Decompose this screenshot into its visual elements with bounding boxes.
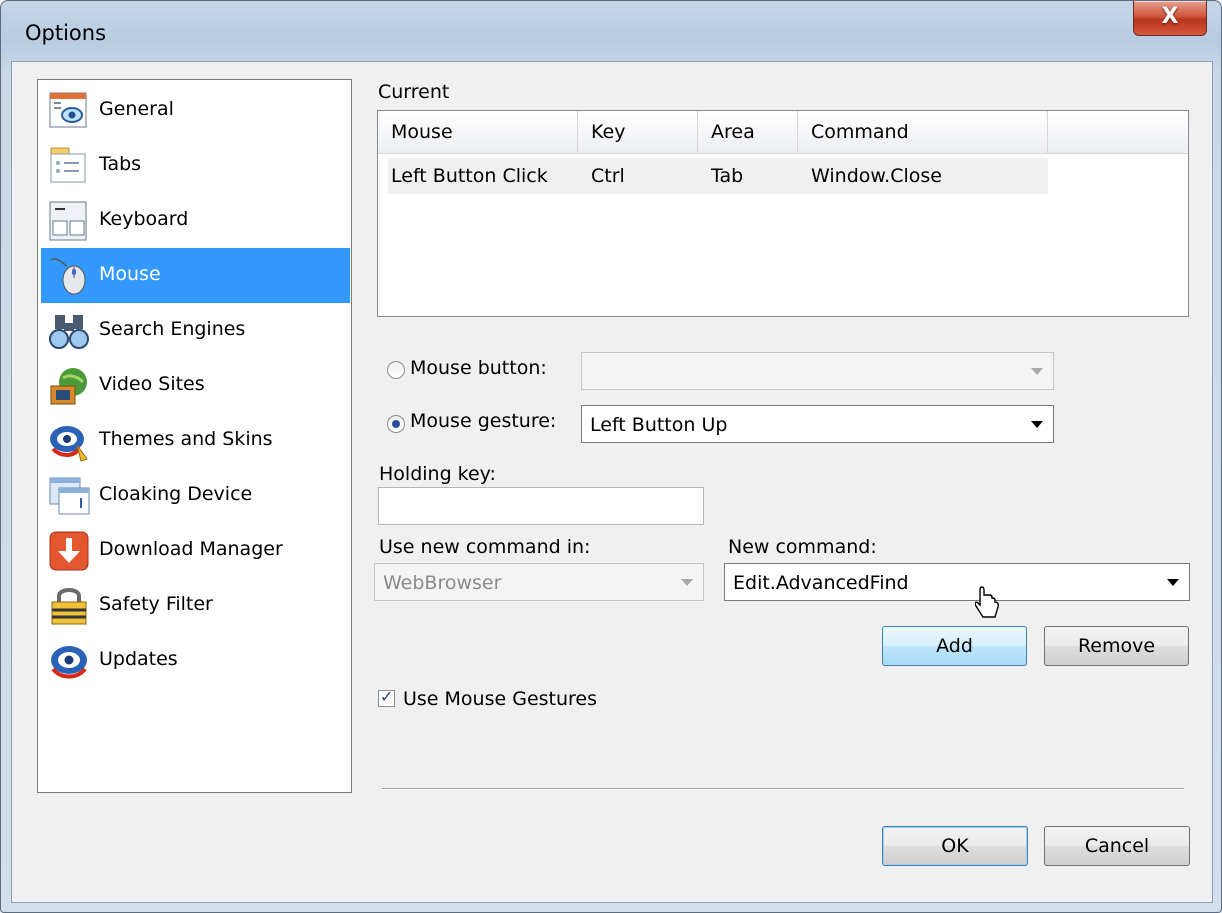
holding-key-input[interactable] <box>378 487 704 525</box>
sidebar-item-label: Download Manager <box>99 538 283 560</box>
chevron-down-icon <box>681 579 693 586</box>
mouse-button-select[interactable] <box>581 352 1054 390</box>
sidebar-item-themes-and-skins[interactable]: Themes and Skins <box>41 413 350 468</box>
sidebar-item-mouse[interactable]: Mouse <box>41 248 350 303</box>
table-header: Mouse Key Area Command <box>378 111 1188 154</box>
current-label: Current <box>378 81 450 103</box>
add-button[interactable]: Add <box>882 626 1027 666</box>
tabs-icon <box>50 147 86 183</box>
sidebar-item-tabs[interactable]: Tabs <box>41 138 350 193</box>
new-command-select[interactable]: Edit.AdvancedFind <box>724 563 1190 601</box>
table-row[interactable]: Left Button Click Ctrl Tab Window.Close <box>388 158 1048 194</box>
sidebar-item-label: Tabs <box>99 153 142 175</box>
window-title: Options <box>25 21 107 45</box>
sidebar-item-search-engines[interactable]: Search Engines <box>41 303 350 358</box>
binoculars-icon <box>49 315 89 349</box>
mouse-button-label: Mouse button: <box>410 357 547 379</box>
use-new-command-in-label: Use new command in: <box>379 536 591 558</box>
checkmark-icon: ✓ <box>380 687 394 706</box>
sidebar-item-label: Cloaking Device <box>99 483 253 505</box>
use-new-command-in-select[interactable]: WebBrowser <box>374 563 704 601</box>
column-header-mouse[interactable]: Mouse <box>378 111 578 153</box>
sidebar-item-general[interactable]: General <box>41 83 350 138</box>
cell-key: Ctrl <box>591 165 625 187</box>
mouse-button-radio[interactable] <box>387 361 405 379</box>
chevron-down-icon <box>1167 579 1179 586</box>
cloaking-icon <box>49 477 90 515</box>
sidebar-item-label: Keyboard <box>99 208 189 230</box>
sidebar-item-updates[interactable]: Updates <box>41 633 350 688</box>
current-bindings-table[interactable]: Mouse Key Area Command Left Button Click… <box>377 110 1189 317</box>
sidebar-item-label: General <box>99 98 174 120</box>
dialog-client-area: General Tabs Keyboard Mouse Search Engin… <box>11 61 1213 903</box>
mouse-gesture-label: Mouse gesture: <box>410 410 557 432</box>
sidebar-item-label: Themes and Skins <box>99 428 273 450</box>
options-window: Options X General Tabs Keyboard Mouse Se… <box>0 0 1222 913</box>
sidebar-item-download-manager[interactable]: Download Manager <box>41 523 350 578</box>
sidebar-item-safety-filter[interactable]: Safety Filter <box>41 578 350 633</box>
sidebar-item-label: Video Sites <box>99 373 205 395</box>
new-command-label: New command: <box>728 536 877 558</box>
remove-button[interactable]: Remove <box>1044 626 1189 666</box>
mouse-gesture-radio[interactable] <box>387 415 405 433</box>
cell-command: Window.Close <box>811 165 942 187</box>
lock-icon <box>51 588 87 625</box>
sidebar-item-label: Updates <box>99 648 178 670</box>
close-icon: X <box>1161 4 1179 29</box>
hand-cursor-icon <box>975 586 999 618</box>
mouse-icon <box>50 258 86 295</box>
general-icon <box>49 92 87 128</box>
column-header-area[interactable]: Area <box>698 111 798 153</box>
use-mouse-gestures-checkbox[interactable]: ✓ <box>378 687 395 707</box>
sidebar-item-video-sites[interactable]: Video Sites <box>41 358 350 413</box>
ok-button[interactable]: OK <box>882 826 1028 866</box>
sidebar-item-label: Mouse <box>99 263 161 285</box>
video-icon <box>50 368 87 405</box>
sidebar-item-cloaking-device[interactable]: Cloaking Device <box>41 468 350 523</box>
sidebar-item-label: Safety Filter <box>99 593 213 615</box>
updates-icon <box>51 646 87 679</box>
column-header-command[interactable]: Command <box>798 111 1048 153</box>
mouse-gesture-select[interactable]: Left Button Up <box>581 405 1054 443</box>
download-icon <box>49 531 89 571</box>
keyboard-icon <box>49 201 87 241</box>
category-list[interactable]: General Tabs Keyboard Mouse Search Engin… <box>37 79 352 793</box>
column-header-key[interactable]: Key <box>578 111 698 153</box>
separator <box>382 788 1184 790</box>
chevron-down-icon <box>1031 421 1043 428</box>
cell-mouse: Left Button Click <box>391 165 548 187</box>
sidebar-item-label: Search Engines <box>99 318 246 340</box>
chevron-down-icon <box>1031 368 1043 375</box>
close-button[interactable]: X <box>1133 1 1207 36</box>
sidebar-item-keyboard[interactable]: Keyboard <box>41 193 350 248</box>
use-mouse-gestures-label: Use Mouse Gestures <box>403 688 598 710</box>
cancel-button[interactable]: Cancel <box>1044 826 1190 866</box>
themes-icon <box>50 426 88 462</box>
holding-key-label: Holding key: <box>379 463 496 485</box>
cell-area: Tab <box>711 165 744 187</box>
